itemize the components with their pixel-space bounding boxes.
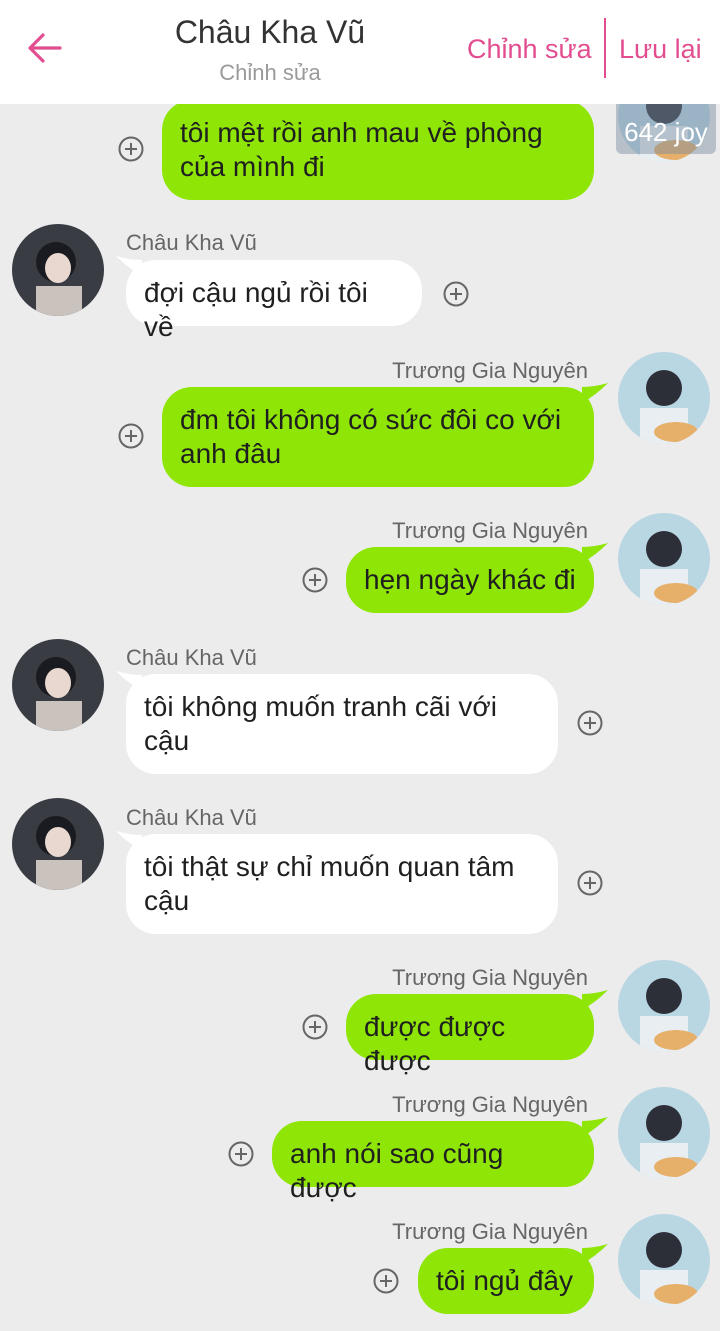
avatar-right — [618, 352, 710, 444]
avatar-right — [618, 960, 710, 1052]
sender-name: Châu Kha Vũ — [126, 230, 257, 255]
sender-name: Trương Gia Nguyên — [392, 358, 588, 383]
message-bubble[interactable]: đợi cậu ngủ rồi tôi về — [126, 260, 422, 342]
sender-name: Trương Gia Nguyên — [392, 518, 588, 543]
page-title: Châu Kha Vũ — [174, 14, 366, 50]
add-reaction-icon[interactable] — [228, 1141, 254, 1167]
page-subtitle: Chỉnh sửa — [219, 60, 321, 85]
avatar-left — [12, 639, 104, 731]
message-bubble[interactable]: tôi thật sự chỉ muốn quan tâm cậu — [126, 834, 558, 934]
message-text: tôi thật sự chỉ muốn quan tâm cậu — [144, 851, 515, 916]
message-bubble[interactable]: anh nói sao cũng được — [272, 1121, 594, 1203]
add-reaction-icon[interactable] — [302, 1014, 328, 1040]
message-bubble[interactable]: tôi mệt rồi anh mau về phòng của mình đi — [162, 100, 594, 200]
sender-name: Trương Gia Nguyên — [392, 1092, 588, 1117]
edit-button[interactable]: Chỉnh sửa — [467, 34, 592, 65]
add-reaction-icon[interactable] — [577, 710, 603, 736]
back-arrow-icon[interactable] — [22, 26, 66, 70]
message-text: đm tôi không có sức đôi co với anh đâu — [180, 404, 562, 469]
avatar-left — [12, 798, 104, 890]
message-bubble[interactable]: hẹn ngày khác đi — [346, 547, 594, 613]
sender-name: Châu Kha Vũ — [126, 645, 257, 670]
add-reaction-icon[interactable] — [577, 870, 603, 896]
avatar-right — [618, 1087, 710, 1179]
header-divider — [604, 18, 606, 78]
message-bubble[interactable]: tôi ngủ đây — [418, 1248, 594, 1314]
sender-name: Trương Gia Nguyên — [392, 1219, 588, 1244]
message-bubble[interactable]: tôi không muốn tranh cãi với cậu — [126, 674, 558, 774]
add-reaction-icon[interactable] — [302, 567, 328, 593]
add-reaction-icon[interactable] — [443, 281, 469, 307]
message-text: tôi không muốn tranh cãi với cậu — [144, 691, 497, 756]
avatar-left — [12, 224, 104, 316]
save-button[interactable]: Lưu lại — [619, 34, 702, 65]
avatar-right — [618, 1214, 710, 1306]
add-reaction-icon[interactable] — [373, 1268, 399, 1294]
message-text: tôi mệt rồi anh mau về phòng của mình đi — [180, 117, 543, 182]
sender-name: Châu Kha Vũ — [126, 805, 257, 830]
top-bar: Châu Kha Vũ Chỉnh sửa Chỉnh sửa Lưu lại — [0, 0, 720, 104]
message-text: đợi cậu ngủ rồi tôi về — [144, 277, 368, 342]
message-text: tôi ngủ đây — [436, 1265, 573, 1296]
add-reaction-icon[interactable] — [118, 136, 144, 162]
chat-area[interactable]: tôi mệt rồi anh mau về phòng của mình đi… — [0, 0, 720, 1331]
joy-count-badge: 642 joy — [616, 104, 716, 154]
message-bubble[interactable]: đm tôi không có sức đôi co với anh đâu — [162, 387, 594, 487]
message-text: được được được — [364, 1011, 506, 1076]
add-reaction-icon[interactable] — [118, 423, 144, 449]
message-text: hẹn ngày khác đi — [364, 564, 576, 595]
message-text: anh nói sao cũng được — [290, 1138, 504, 1203]
avatar-right — [618, 513, 710, 605]
sender-name: Trương Gia Nguyên — [392, 965, 588, 990]
message-bubble[interactable]: được được được — [346, 994, 594, 1076]
